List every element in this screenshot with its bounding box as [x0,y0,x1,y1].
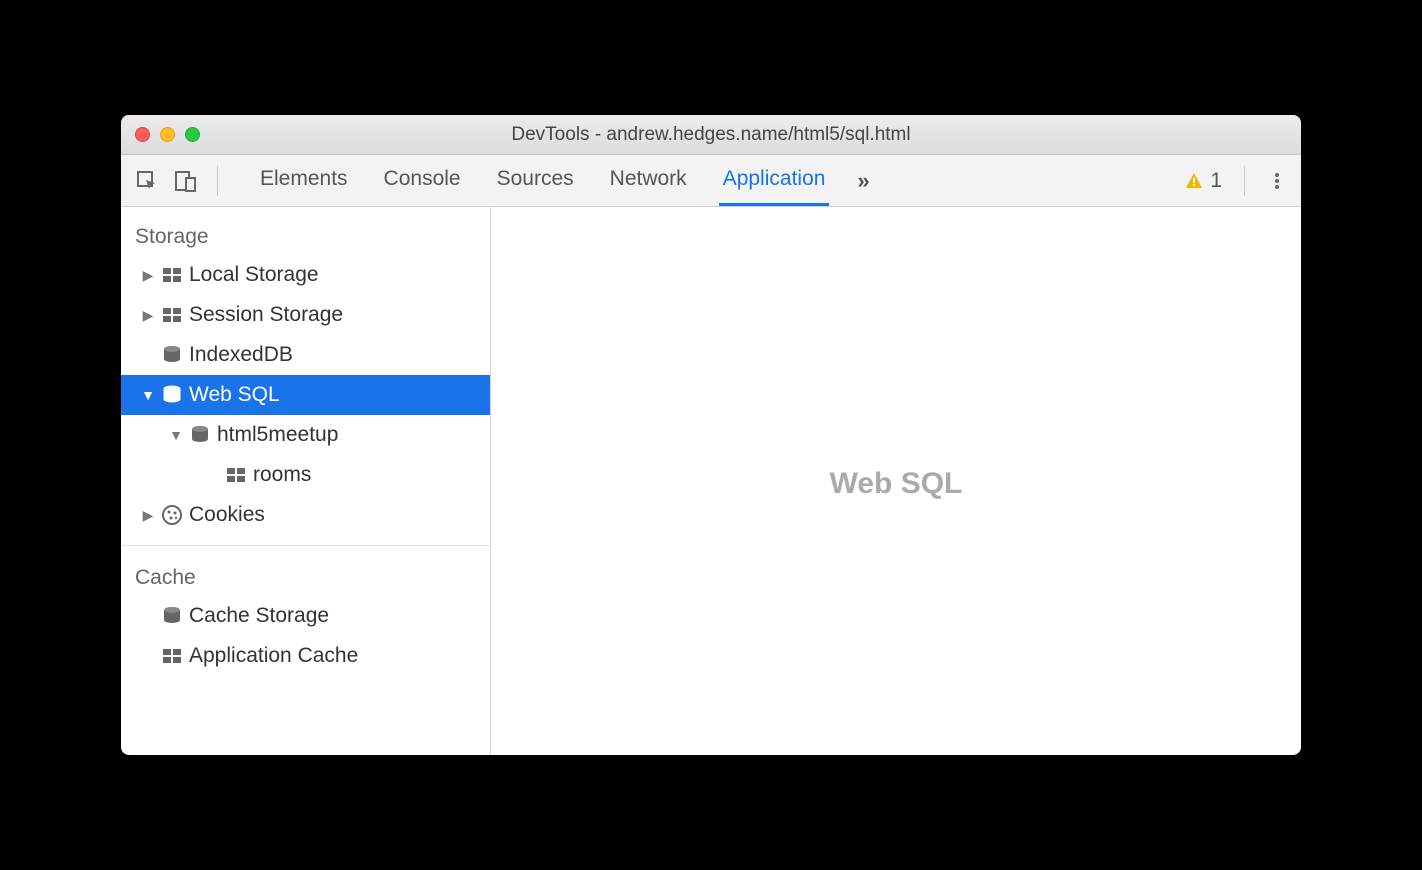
table-icon [161,264,183,286]
chevron-right-icon: ▶ [141,507,155,524]
sidebar-item-local-storage[interactable]: ▶ Local Storage [121,255,490,295]
item-label: html5meetup [217,423,338,447]
tab-console[interactable]: Console [380,155,465,206]
section-cache-label: Cache [121,556,490,596]
item-label: Cookies [189,503,265,527]
device-toggle-icon[interactable] [173,169,197,193]
table-icon [225,464,247,486]
chevron-down-icon: ▼ [169,427,183,443]
database-icon [161,344,183,366]
inspect-element-icon[interactable] [135,169,159,193]
item-label: Session Storage [189,303,343,327]
titlebar: DevTools - andrew.hedges.name/html5/sql.… [121,115,1301,155]
sidebar-item-session-storage[interactable]: ▶ Session Storage [121,295,490,335]
more-tabs-icon[interactable]: » [857,168,869,194]
devtools-window: DevTools - andrew.hedges.name/html5/sql.… [121,115,1301,755]
toolbar-separator [1244,166,1245,196]
toolbar-right: 1 [1184,166,1287,196]
minimize-window-button[interactable] [160,127,175,142]
sidebar-item-table-rooms[interactable]: rooms [121,455,490,495]
tab-elements[interactable]: Elements [256,155,352,206]
sidebar-item-cookies[interactable]: ▶ Cookies [121,495,490,535]
item-label: Web SQL [189,383,280,407]
item-label: Local Storage [189,263,319,287]
chevron-right-icon: ▶ [141,267,155,284]
tab-application[interactable]: Application [719,155,830,206]
warning-icon [1184,171,1204,191]
main-panel: Web SQL [491,207,1301,755]
sidebar-item-web-sql[interactable]: ▼ Web SQL [121,375,490,415]
section-divider [121,545,490,546]
table-icon [161,645,183,667]
item-label: IndexedDB [189,343,293,367]
chevron-down-icon: ▼ [141,387,155,403]
item-label: Cache Storage [189,604,329,628]
sidebar-item-application-cache[interactable]: Application Cache [121,636,490,676]
sidebar-item-db-html5meetup[interactable]: ▼ html5meetup [121,415,490,455]
database-icon [189,424,211,446]
item-label: rooms [253,463,311,487]
main-placeholder: Web SQL [830,467,963,501]
sidebar-item-cache-storage[interactable]: Cache Storage [121,596,490,636]
tab-network[interactable]: Network [606,155,691,206]
table-icon [161,304,183,326]
section-storage-label: Storage [121,215,490,255]
panel-tabs: Elements Console Sources Network Applica… [238,155,870,206]
application-sidebar: Storage ▶ Local Storage ▶ Session Storag… [121,207,491,755]
toolbar-separator [217,166,218,196]
chevron-right-icon: ▶ [141,307,155,324]
content-area: Storage ▶ Local Storage ▶ Session Storag… [121,207,1301,755]
maximize-window-button[interactable] [185,127,200,142]
cookie-icon [161,504,183,526]
database-icon [161,384,183,406]
warning-count: 1 [1210,169,1222,193]
kebab-menu-icon[interactable] [1267,171,1287,191]
devtools-toolbar: Elements Console Sources Network Applica… [121,155,1301,207]
tab-sources[interactable]: Sources [493,155,578,206]
warnings-badge[interactable]: 1 [1184,169,1222,193]
item-label: Application Cache [189,644,358,668]
window-controls [135,127,200,142]
window-title: DevTools - andrew.hedges.name/html5/sql.… [121,124,1301,146]
close-window-button[interactable] [135,127,150,142]
database-icon [161,605,183,627]
sidebar-item-indexeddb[interactable]: IndexedDB [121,335,490,375]
